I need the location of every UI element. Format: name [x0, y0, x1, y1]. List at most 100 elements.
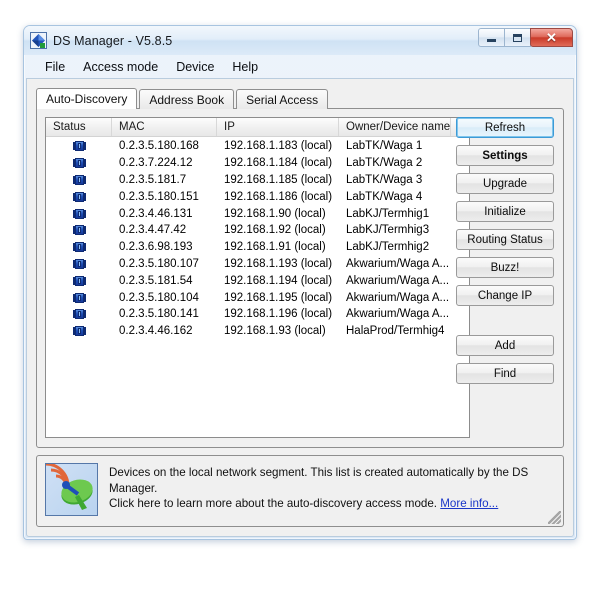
table-row[interactable]: 0.2.3.5.181.54 192.168.1.194 (local) Akwar…	[46, 272, 469, 289]
column-header-status[interactable]: Status	[46, 118, 112, 136]
table-row[interactable]: 0.2.3.5.181.7 192.168.1.185 (local) LabTK/…	[46, 172, 469, 189]
cell-mac: 0.2.3.5.181.54	[119, 274, 193, 287]
table-row[interactable]: 0.2.3.6.98.193 192.168.1.91 (local) LabKJ/…	[46, 239, 469, 256]
close-icon: ✕	[546, 30, 557, 45]
resize-grip[interactable]	[548, 511, 561, 524]
cell-mac: 0.2.3.4.46.162	[119, 325, 193, 338]
cell-mac: 0.2.3.5.180.141	[119, 308, 199, 321]
cell-mac: 0.2.3.5.180.151	[119, 190, 199, 203]
info-panel: Devices on the local network segment. Th…	[36, 455, 564, 527]
device-online-icon	[46, 208, 112, 219]
info-text: Devices on the local network segment. Th…	[109, 463, 555, 519]
cell-owner: LabTK/Waga 1	[346, 140, 423, 153]
cell-mac: 0.2.3.5.180.107	[119, 257, 199, 270]
minimize-icon	[487, 38, 496, 42]
cell-ip: 192.168.1.186 (local)	[224, 190, 333, 203]
title-bar: DS Manager - V5.8.5 ✕	[24, 26, 576, 55]
cell-mac: 0.2.3.4.46.131	[119, 207, 193, 220]
tab-strip: Auto-Discovery Address Book Serial Acces…	[36, 88, 564, 109]
device-online-icon	[46, 326, 112, 337]
menu-item-access-mode[interactable]: Access mode	[74, 58, 167, 76]
device-online-icon	[46, 158, 112, 169]
routing-status-button[interactable]: Routing Status	[456, 229, 554, 250]
menu-bar: File Access mode Device Help	[26, 56, 574, 78]
device-list-header: Status MAC IP Owner/Device name	[46, 118, 469, 137]
cell-ip: 192.168.1.184 (local)	[224, 157, 333, 170]
ds-manager-diamond-icon	[30, 32, 47, 49]
window-title: DS Manager - V5.8.5	[53, 33, 173, 48]
action-button-column: Refresh Settings Upgrade Initialize Rout…	[456, 117, 554, 391]
cell-ip: 192.168.1.193 (local)	[224, 257, 333, 270]
cell-owner: Akwarium/Waga A...	[346, 257, 450, 270]
cell-ip: 192.168.1.93 (local)	[224, 325, 326, 338]
info-line-1: Devices on the local network segment. Th…	[109, 466, 529, 495]
table-row[interactable]: 0.2.3.4.46.131 192.168.1.90 (local) LabKJ/…	[46, 205, 469, 222]
device-online-icon	[46, 258, 112, 269]
cell-ip: 192.168.1.183 (local)	[224, 140, 333, 153]
cell-owner: LabKJ/Termhig1	[346, 207, 430, 220]
cell-mac: 0.2.3.5.180.104	[119, 291, 199, 304]
column-header-owner[interactable]: Owner/Device name	[339, 118, 451, 136]
window-controls: ✕	[478, 28, 573, 47]
device-online-icon	[46, 225, 112, 236]
device-list[interactable]: Status MAC IP Owner/Device name 0.2.3.5.…	[45, 117, 470, 438]
cell-ip: 192.168.1.185 (local)	[224, 173, 333, 186]
tab-auto-discovery[interactable]: Auto-Discovery	[36, 88, 138, 109]
cell-mac: 0.2.3.6.98.193	[119, 241, 193, 254]
change-ip-button[interactable]: Change IP	[456, 285, 554, 306]
cell-mac: 0.2.3.4.47.42	[119, 224, 187, 237]
maximize-button[interactable]	[504, 28, 531, 47]
column-header-ip[interactable]: IP	[217, 118, 339, 136]
cell-ip: 192.168.1.196 (local)	[224, 308, 333, 321]
table-row[interactable]: 0.2.3.4.47.42 192.168.1.92 (local) LabKJ/T…	[46, 222, 469, 239]
cell-ip: 192.168.1.90 (local)	[224, 207, 326, 220]
cell-owner: Akwarium/Waga A...	[346, 291, 450, 304]
table-row[interactable]: 0.2.3.5.180.151 192.168.1.186 (local) LabT…	[46, 188, 469, 205]
column-header-mac[interactable]: MAC	[112, 118, 217, 136]
cell-owner: LabTK/Waga 2	[346, 157, 423, 170]
minimize-button[interactable]	[478, 28, 505, 47]
client-area: Auto-Discovery Address Book Serial Acces…	[26, 78, 574, 537]
button-group-separator	[456, 313, 554, 335]
cell-ip: 192.168.1.92 (local)	[224, 224, 326, 237]
buzz-button[interactable]: Buzz!	[456, 257, 554, 278]
settings-button[interactable]: Settings	[456, 145, 554, 166]
device-online-icon	[46, 292, 112, 303]
device-online-icon	[46, 191, 112, 202]
table-row[interactable]: 0.2.3.4.46.162 192.168.1.93 (local) HalaPr…	[46, 323, 469, 340]
cell-ip: 192.168.1.195 (local)	[224, 291, 333, 304]
device-online-icon	[46, 174, 112, 185]
initialize-button[interactable]: Initialize	[456, 201, 554, 222]
cell-ip: 192.168.1.194 (local)	[224, 274, 333, 287]
device-online-icon	[46, 309, 112, 320]
cell-owner: LabTK/Waga 3	[346, 173, 423, 186]
table-row[interactable]: 0.2.3.7.224.12 192.168.1.184 (local) LabTK…	[46, 155, 469, 172]
tab-serial-access[interactable]: Serial Access	[236, 89, 329, 109]
more-info-link[interactable]: More info...	[440, 497, 498, 510]
find-button[interactable]: Find	[456, 363, 554, 384]
cell-ip: 192.168.1.91 (local)	[224, 241, 326, 254]
device-online-icon	[46, 242, 112, 253]
menu-item-device[interactable]: Device	[167, 58, 223, 76]
refresh-button[interactable]: Refresh	[456, 117, 554, 138]
info-line-2: Click here to learn more about the auto-…	[109, 497, 438, 510]
table-row[interactable]: 0.2.3.5.180.141 192.168.1.196 (local) Akwa…	[46, 306, 469, 323]
cell-owner: Akwarium/Waga A...	[346, 308, 450, 321]
cell-mac: 0.2.3.7.224.12	[119, 157, 193, 170]
table-row[interactable]: 0.2.3.5.180.104 192.168.1.195 (local) Akwa…	[46, 289, 469, 306]
device-online-icon	[46, 275, 112, 286]
cell-owner: LabTK/Waga 4	[346, 190, 423, 203]
cell-owner: LabKJ/Termhig2	[346, 241, 430, 254]
cell-owner: HalaProd/Termhig4	[346, 325, 445, 338]
cell-mac: 0.2.3.5.181.7	[119, 173, 187, 186]
close-button[interactable]: ✕	[530, 28, 573, 47]
satellite-dish-icon	[45, 463, 98, 516]
upgrade-button[interactable]: Upgrade	[456, 173, 554, 194]
tab-address-book[interactable]: Address Book	[139, 89, 235, 109]
menu-item-help[interactable]: Help	[223, 58, 267, 76]
menu-item-file[interactable]: File	[36, 58, 74, 76]
add-button[interactable]: Add	[456, 335, 554, 356]
table-row[interactable]: 0.2.3.5.180.168 192.168.1.183 (local) LabT…	[46, 138, 469, 155]
device-online-icon	[46, 141, 112, 152]
table-row[interactable]: 0.2.3.5.180.107 192.168.1.193 (local) Akwa…	[46, 256, 469, 273]
